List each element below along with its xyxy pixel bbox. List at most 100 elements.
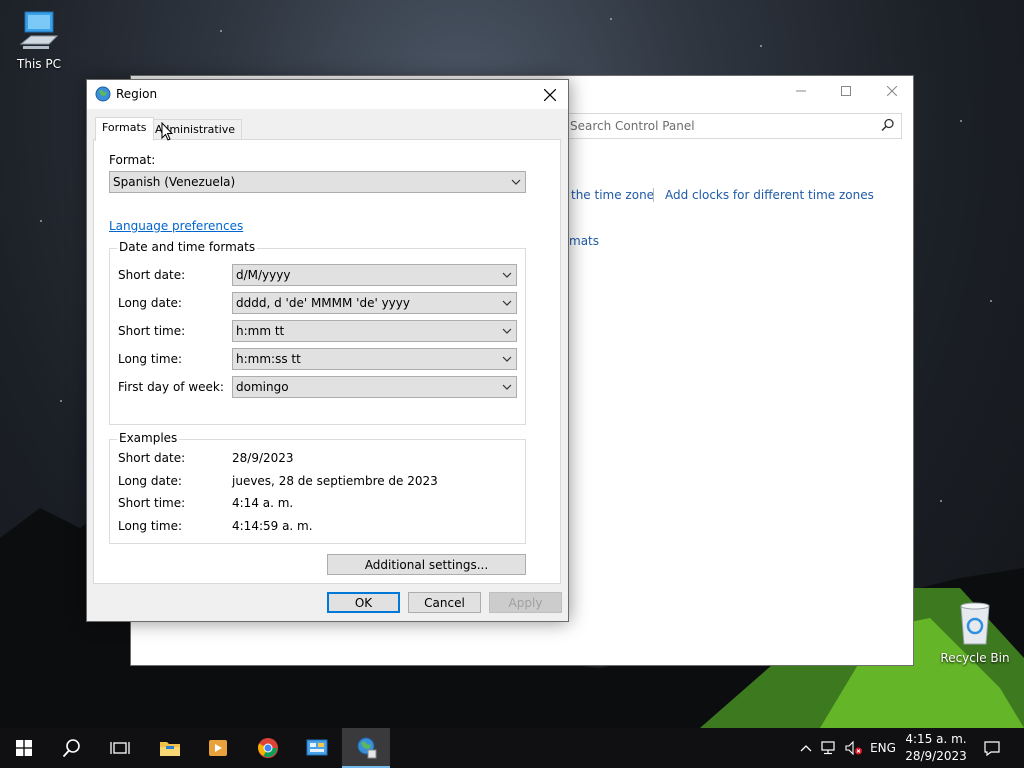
dialog-title: Region xyxy=(116,87,158,101)
star xyxy=(760,45,762,47)
taskbar-region[interactable] xyxy=(342,728,390,768)
format-label: Format: xyxy=(109,153,156,167)
language-preferences-link[interactable]: Language preferences xyxy=(109,219,243,233)
examples-group: Examples Short date: 28/9/2023 Long date… xyxy=(109,431,526,544)
volume-button[interactable] xyxy=(843,728,865,768)
long-date-value: dddd, d 'de' MMMM 'de' yyyy xyxy=(236,296,410,310)
format-select[interactable]: Spanish (Venezuela) xyxy=(109,171,526,193)
short-time-select[interactable]: h:mm tt xyxy=(232,320,517,342)
first-day-of-week-label: First day of week: xyxy=(118,380,224,394)
close-icon xyxy=(887,86,897,96)
star xyxy=(990,300,992,302)
minimize-icon xyxy=(796,90,806,92)
group-title: Date and time formats xyxy=(117,240,258,254)
task-view-icon xyxy=(110,742,130,754)
minimize-button[interactable] xyxy=(778,79,824,103)
desktop-icon-recycle-bin[interactable]: Recycle Bin xyxy=(940,602,1010,665)
apply-button[interactable]: Apply xyxy=(489,592,562,613)
short-date-label: Short date: xyxy=(118,268,186,282)
clock-time: 4:15 a. m. xyxy=(905,732,967,746)
network-button[interactable] xyxy=(820,728,840,768)
tab-formats[interactable]: Formats xyxy=(95,117,154,141)
formats-tab-panel: Format: Spanish (Venezuela) Language pre… xyxy=(93,139,561,584)
desktop-icon-label: This PC xyxy=(17,57,61,71)
add-clocks-link[interactable]: Add clocks for different time zones xyxy=(665,188,874,202)
long-time-select[interactable]: h:mm:ss tt xyxy=(232,348,517,370)
chevron-down-icon xyxy=(511,179,521,185)
short-date-value: d/M/yyyy xyxy=(236,268,291,282)
search-placeholder: Search Control Panel xyxy=(570,119,695,133)
chrome-icon xyxy=(258,738,278,758)
control-panel-icon xyxy=(306,739,328,756)
formats-link[interactable]: mats xyxy=(569,234,599,248)
input-language-indicator[interactable]: ENG xyxy=(868,728,898,768)
group-title: Examples xyxy=(117,431,180,445)
example-long-time-label: Long time: xyxy=(118,519,183,533)
short-time-value: h:mm tt xyxy=(236,324,285,338)
example-short-date-label: Short date: xyxy=(118,451,186,465)
example-long-time-value: 4:14:59 a. m. xyxy=(232,519,313,533)
chevron-up-icon xyxy=(800,745,812,752)
chevron-down-icon xyxy=(502,356,512,362)
network-icon xyxy=(821,741,835,755)
example-long-date-label: Long date: xyxy=(118,474,182,488)
close-icon xyxy=(544,89,556,101)
long-time-value: h:mm:ss tt xyxy=(236,352,301,366)
windows-logo-icon xyxy=(16,740,32,756)
taskbar: ENG 4:15 a. m. 28/9/2023 xyxy=(0,728,1024,768)
link-separator xyxy=(653,188,654,202)
taskbar-chrome[interactable] xyxy=(244,728,292,768)
recycle-bin-icon xyxy=(960,602,990,645)
search-button[interactable] xyxy=(48,728,96,768)
task-view-button[interactable] xyxy=(96,728,144,768)
maximize-button[interactable] xyxy=(823,79,869,103)
taskbar-clock[interactable]: 4:15 a. m. 28/9/2023 xyxy=(900,731,972,765)
region-dialog: Region Formats Administrative Format: Sp… xyxy=(86,79,569,622)
show-hidden-icons-button[interactable] xyxy=(797,728,815,768)
long-time-label: Long time: xyxy=(118,352,183,366)
long-date-select[interactable]: dddd, d 'de' MMMM 'de' yyyy xyxy=(232,292,517,314)
chevron-down-icon xyxy=(502,300,512,306)
region-globe-icon xyxy=(357,737,377,759)
date-time-formats-group: Date and time formats Short date: d/M/yy… xyxy=(109,240,526,425)
action-center-button[interactable] xyxy=(978,728,1006,768)
computer-icon xyxy=(19,11,59,49)
ok-button[interactable]: OK xyxy=(327,592,400,613)
cancel-button[interactable]: Cancel xyxy=(408,592,481,613)
globe-icon xyxy=(95,86,111,102)
notification-icon xyxy=(984,740,1000,756)
star xyxy=(960,120,962,122)
clock-date: 28/9/2023 xyxy=(905,749,967,763)
star xyxy=(610,18,612,20)
example-long-date-value: jueves, 28 de septiembre de 2023 xyxy=(232,474,438,488)
example-short-time-value: 4:14 a. m. xyxy=(232,496,294,510)
short-date-select[interactable]: d/M/yyyy xyxy=(232,264,517,286)
star xyxy=(40,220,42,222)
chevron-down-icon xyxy=(502,328,512,334)
example-short-time-label: Short time: xyxy=(118,496,186,510)
start-button[interactable] xyxy=(0,728,48,768)
mouse-cursor-icon xyxy=(161,122,173,141)
speaker-muted-icon xyxy=(845,741,862,755)
additional-settings-button[interactable]: Additional settings... xyxy=(327,554,526,575)
control-panel-search[interactable]: Search Control Panel xyxy=(551,113,902,139)
taskbar-file-explorer[interactable] xyxy=(146,728,194,768)
dialog-titlebar: Region xyxy=(87,80,568,109)
folder-icon xyxy=(160,742,180,756)
desktop-icon-label: Recycle Bin xyxy=(940,651,1010,665)
desktop-icon-this-pc[interactable]: This PC xyxy=(4,10,74,71)
close-button[interactable] xyxy=(869,79,915,103)
dialog-close-button[interactable] xyxy=(536,83,564,107)
taskbar-control-panel[interactable] xyxy=(293,728,341,768)
example-short-date-value: 28/9/2023 xyxy=(232,451,294,465)
search-icon xyxy=(881,118,894,132)
first-day-of-week-value: domingo xyxy=(236,380,289,394)
first-day-of-week-select[interactable]: domingo xyxy=(232,376,517,398)
long-date-label: Long date: xyxy=(118,296,182,310)
star xyxy=(220,30,222,32)
taskbar-media-player[interactable] xyxy=(194,728,242,768)
change-time-zone-link[interactable]: the time zone xyxy=(571,188,654,202)
media-player-icon xyxy=(209,740,227,756)
maximize-icon xyxy=(841,86,851,96)
chevron-down-icon xyxy=(502,272,512,278)
